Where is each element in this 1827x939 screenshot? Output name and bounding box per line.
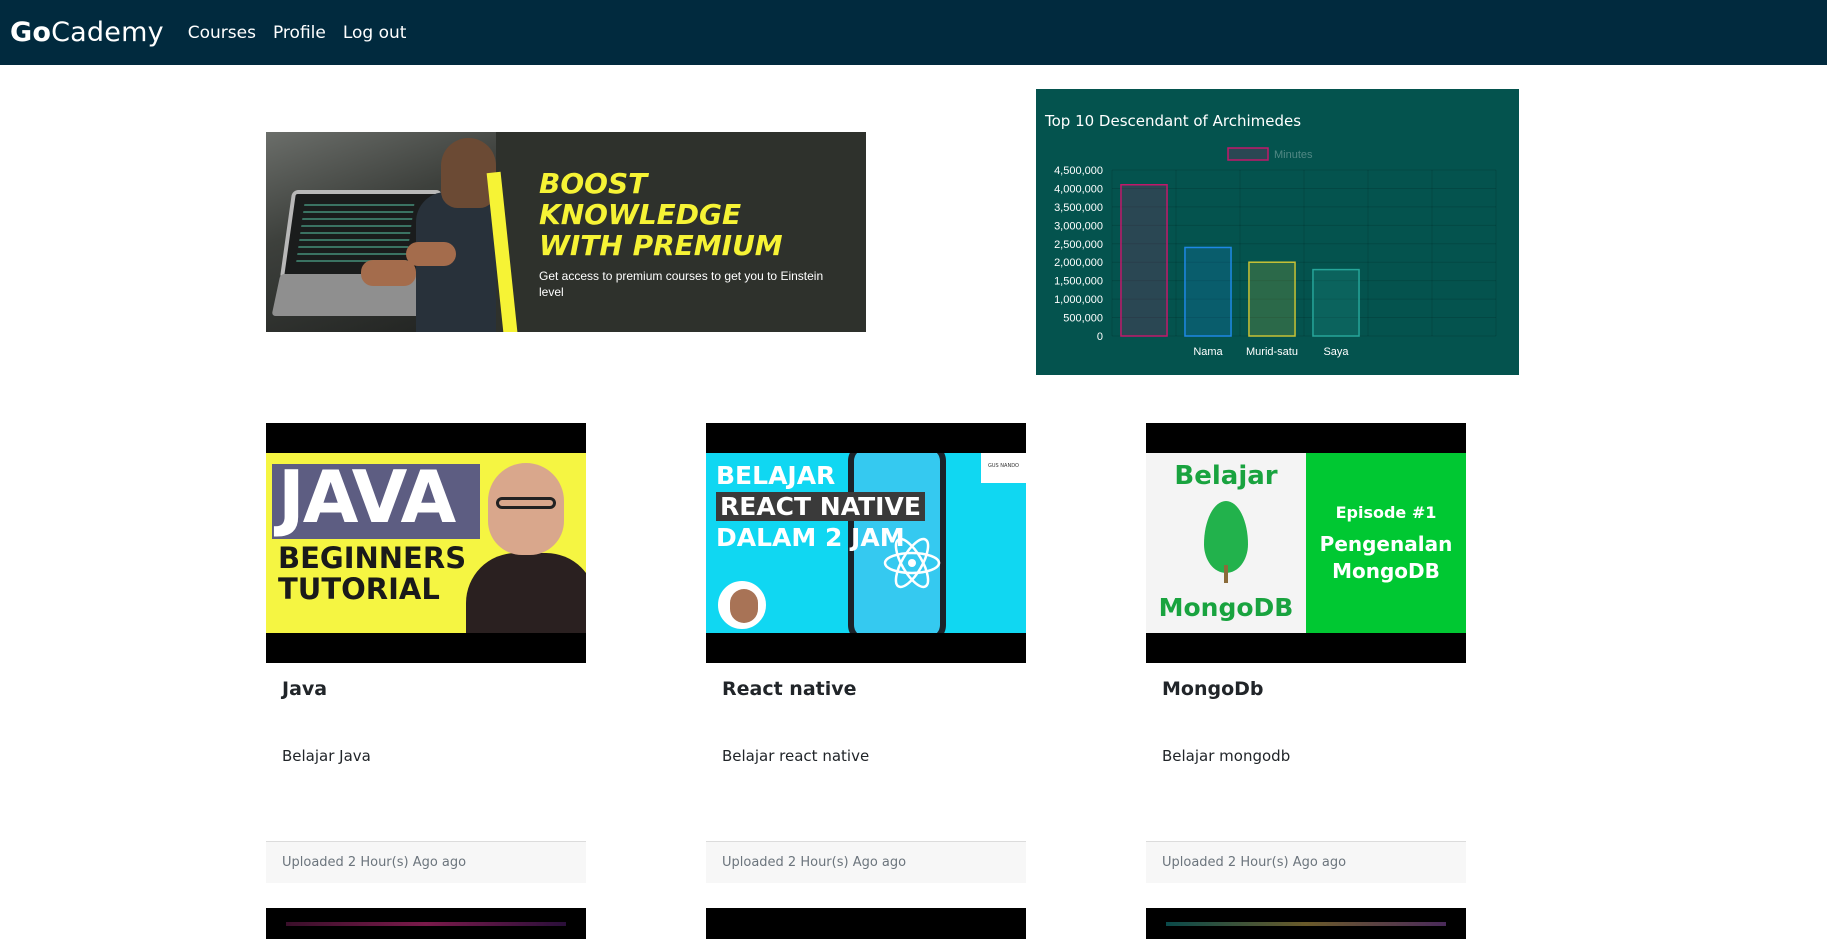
nav-link-courses[interactable]: Courses — [188, 23, 256, 43]
brand-logo[interactable]: GoCademy — [10, 17, 164, 48]
avatar — [718, 581, 766, 629]
y-tick-label: 4,500,000 — [1054, 165, 1103, 177]
bar — [1312, 268, 1360, 337]
thumb-subtitle: BEGINNERS TUTORIAL — [278, 541, 467, 606]
upload-time: Uploaded 2 Hour(s) Ago ago — [282, 855, 467, 870]
hand — [361, 260, 416, 286]
course-card-thumbnail-partial[interactable] — [1146, 908, 1466, 939]
glasses-icon — [496, 497, 556, 509]
y-tick-label: 3,000,000 — [1054, 220, 1103, 232]
y-tick-label: 3,500,000 — [1054, 202, 1103, 214]
upload-time: Uploaded 2 Hour(s) Ago ago — [722, 855, 907, 870]
chart-title: Top 10 Descendant of Archimedes — [1045, 112, 1302, 130]
course-thumbnail[interactable]: BELAJAR REACT NATIVE DALAM 2 JAM GUS NAN… — [706, 423, 1026, 663]
bar-chart: 0 500,000 1,000,000 1,500,000 2,000,000 2,500… — [1054, 147, 1497, 358]
legend-swatch — [1227, 147, 1269, 161]
x-tick-label: Murid-satu — [1246, 346, 1298, 358]
y-tick-label: 0 — [1097, 331, 1103, 343]
x-tick-label: Saya — [1323, 346, 1349, 358]
banner-photo — [266, 132, 496, 332]
thumb-brand-label: MongoDB — [1158, 593, 1294, 622]
course-title[interactable]: Java — [282, 678, 327, 700]
brand-bold: Go — [10, 17, 52, 48]
thumb-intro: Pengenalan MongoDB — [1319, 532, 1453, 583]
legend-label: Minutes — [1274, 149, 1313, 161]
upload-time: Uploaded 2 Hour(s) Ago ago — [1162, 855, 1347, 870]
hand — [406, 242, 456, 266]
card-footer: Uploaded 2 Hour(s) Ago ago — [266, 841, 586, 883]
thumb-line-3: DALAM 2 JAM — [716, 523, 905, 552]
y-tick-label: 1,500,000 — [1054, 276, 1103, 288]
bar — [1184, 246, 1232, 337]
thumb-title: JAVA — [278, 455, 456, 539]
banner-subtitle: Get access to premium courses to get you… — [539, 269, 824, 299]
y-tick-label: 2,500,000 — [1054, 239, 1103, 251]
card-footer: Uploaded 2 Hour(s) Ago ago — [706, 841, 1026, 883]
presenter-shirt — [466, 553, 586, 633]
thumb-line-2: REACT NATIVE — [716, 492, 925, 521]
banner-title: BOOST KNOWLEDGE WITH PREMIUM — [539, 167, 783, 262]
course-card-thumbnail-partial[interactable] — [266, 908, 586, 939]
premium-banner[interactable]: BOOST KNOWLEDGE WITH PREMIUM Get access … — [266, 132, 866, 332]
thumb-episode: Episode #1 — [1335, 503, 1437, 522]
course-card-thumbnail-partial[interactable] — [706, 908, 1026, 939]
thumb-line-1: BELAJAR — [716, 461, 836, 490]
course-card[interactable]: JAVA BEGINNERS TUTORIAL Java Belajar Jav… — [266, 423, 586, 885]
course-thumbnail[interactable]: JAVA BEGINNERS TUTORIAL — [266, 423, 586, 663]
nav-link-logout[interactable]: Log out — [343, 23, 407, 43]
card-footer: Uploaded 2 Hour(s) Ago ago — [1146, 841, 1466, 883]
thumb-top-label: Belajar — [1174, 461, 1278, 491]
x-tick-label: Nama — [1193, 346, 1223, 358]
bar — [1120, 184, 1168, 337]
course-card[interactable]: BELAJAR REACT NATIVE DALAM 2 JAM GUS NAN… — [706, 423, 1026, 885]
course-description: Belajar react native — [722, 747, 870, 765]
bar — [1248, 261, 1296, 337]
course-description: Belajar Java — [282, 747, 371, 765]
channel-tag: GUS NANDO — [981, 453, 1026, 483]
leaderboard-chart: 0 500,000 1,000,000 1,500,000 2,000,000 2,500… — [1036, 89, 1519, 375]
presenter-face — [488, 463, 564, 555]
course-title[interactable]: React native — [722, 678, 857, 700]
course-title[interactable]: MongoDb — [1162, 678, 1264, 700]
y-tick-label: 500,000 — [1063, 313, 1103, 325]
y-tick-label: 2,000,000 — [1054, 257, 1103, 269]
y-tick-label: 1,000,000 — [1054, 294, 1103, 306]
brand-rest: Cademy — [51, 17, 164, 48]
leaf-stem — [1224, 565, 1228, 583]
y-tick-label: 4,000,000 — [1054, 183, 1103, 195]
course-thumbnail[interactable]: Belajar MongoDB Episode #1 Pengenalan Mo… — [1146, 423, 1466, 663]
navbar: GoCademy Courses Profile Log out — [0, 0, 1827, 65]
nav-link-profile[interactable]: Profile — [273, 23, 326, 43]
course-card[interactable]: Belajar MongoDB Episode #1 Pengenalan Mo… — [1146, 423, 1466, 885]
course-description: Belajar mongodb — [1162, 747, 1291, 765]
